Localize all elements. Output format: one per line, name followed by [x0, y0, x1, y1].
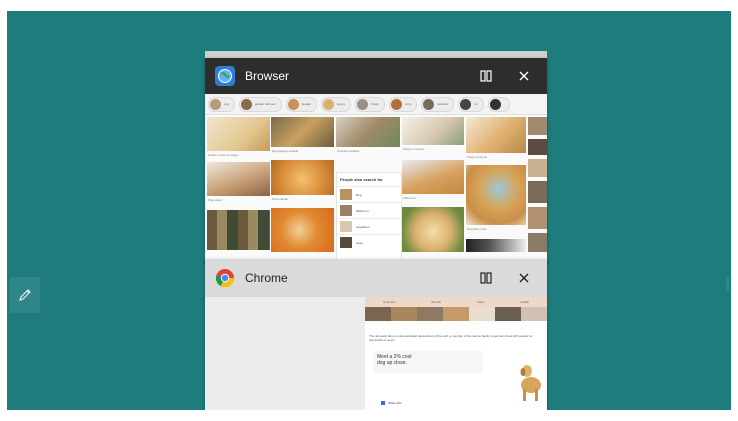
image-result[interactable]	[402, 117, 464, 145]
image-result[interactable]	[271, 208, 334, 252]
image-result[interactable]	[528, 159, 547, 177]
chip	[487, 96, 510, 112]
chrome-icon	[215, 269, 234, 288]
people-row-label: Goat	[356, 240, 363, 245]
people-row[interactable]: Dog	[337, 186, 401, 202]
people-row[interactable]: Cavachon	[337, 218, 401, 234]
related-search-chips: pug golden retriever beagle puppy husky …	[205, 94, 547, 115]
stacked-card-edge	[205, 51, 547, 58]
image-result[interactable]	[466, 165, 526, 225]
people-row[interactable]: Goat	[337, 234, 401, 250]
page-tabs: Overview Breeds Facts Health	[365, 297, 547, 307]
split-screen-icon	[480, 70, 492, 82]
meet-dog-panel: Meet a 2% cool dog up close.	[373, 351, 483, 373]
page-tab: Health	[520, 300, 529, 304]
image-result[interactable]	[528, 181, 547, 203]
image-result[interactable]	[336, 117, 400, 147]
chip: labrador	[421, 96, 455, 112]
browser-globe-icon	[215, 66, 235, 86]
chrome-page-preview: Overview Breeds Facts Health The domesti…	[365, 297, 547, 410]
split-screen-button[interactable]	[475, 267, 497, 289]
image-result[interactable]	[528, 139, 547, 155]
chrome-thumbnail: Overview Breeds Facts Health The domesti…	[205, 297, 547, 410]
chip: pug	[208, 96, 236, 112]
close-icon	[519, 273, 529, 283]
split-screen-button[interactable]	[475, 65, 497, 87]
people-row-label: Dog	[356, 192, 362, 197]
browser-card-header: Browser	[205, 58, 547, 94]
browser-card-title: Browser	[245, 69, 290, 83]
chip: husky	[355, 96, 385, 112]
image-strip	[365, 307, 547, 321]
desktop-background: Browser pug golden retriever beagle pupp…	[7, 11, 731, 410]
close-browser-button[interactable]	[513, 65, 535, 87]
image-results-grid: Golden retriever puppy Pug puppy Dog pla…	[205, 115, 547, 265]
image-result[interactable]	[402, 160, 464, 194]
chip: puppy	[320, 96, 352, 112]
article-text: The domestic dog is a domesticated desce…	[369, 334, 533, 342]
chip: beagle	[285, 96, 317, 112]
image-result[interactable]	[207, 117, 270, 151]
split-screen-icon	[480, 272, 492, 284]
chip: corgi	[388, 96, 418, 112]
chip: pit	[458, 96, 484, 112]
image-result[interactable]	[528, 117, 547, 135]
image-result[interactable]	[271, 117, 334, 147]
people-also-search-box: People also search for Dog Shiba Inu Cav…	[336, 172, 402, 265]
image-result[interactable]	[466, 117, 526, 153]
image-result[interactable]	[207, 210, 270, 250]
page-tab: Facts	[476, 300, 485, 304]
people-row[interactable]: Shiba Inu	[337, 202, 401, 218]
people-also-search-heading: People also search for	[340, 177, 383, 182]
image-result[interactable]	[271, 160, 334, 195]
chrome-card-title: Chrome	[245, 271, 288, 285]
image-result[interactable]	[207, 162, 270, 196]
dog-illustration	[520, 365, 541, 401]
recent-app-card-chrome[interactable]: Chrome Overview Breeds Facts Health The …	[205, 259, 547, 410]
pen-tool-button[interactable]	[10, 277, 40, 313]
edge-handle[interactable]	[726, 277, 729, 291]
close-icon	[519, 71, 529, 81]
people-row-label: Shiba Inu	[356, 208, 369, 213]
page-tab: Breeds	[431, 300, 441, 304]
image-result[interactable]	[466, 239, 526, 252]
people-row-label: Cavachon	[356, 224, 370, 229]
pen-icon	[19, 289, 31, 301]
chrome-card-header: Chrome	[205, 259, 547, 297]
meet-line: dog up close.	[377, 360, 407, 366]
image-result[interactable]	[528, 233, 547, 252]
recent-app-card-browser[interactable]: Browser pug golden retriever beagle pupp…	[205, 58, 547, 265]
checkbox-row[interactable]: Share this	[381, 401, 402, 405]
close-chrome-button[interactable]	[513, 267, 535, 289]
image-result[interactable]	[528, 207, 547, 229]
chip: golden retriever	[239, 96, 282, 112]
image-result[interactable]	[402, 207, 464, 252]
page-tab: Overview	[382, 300, 396, 304]
